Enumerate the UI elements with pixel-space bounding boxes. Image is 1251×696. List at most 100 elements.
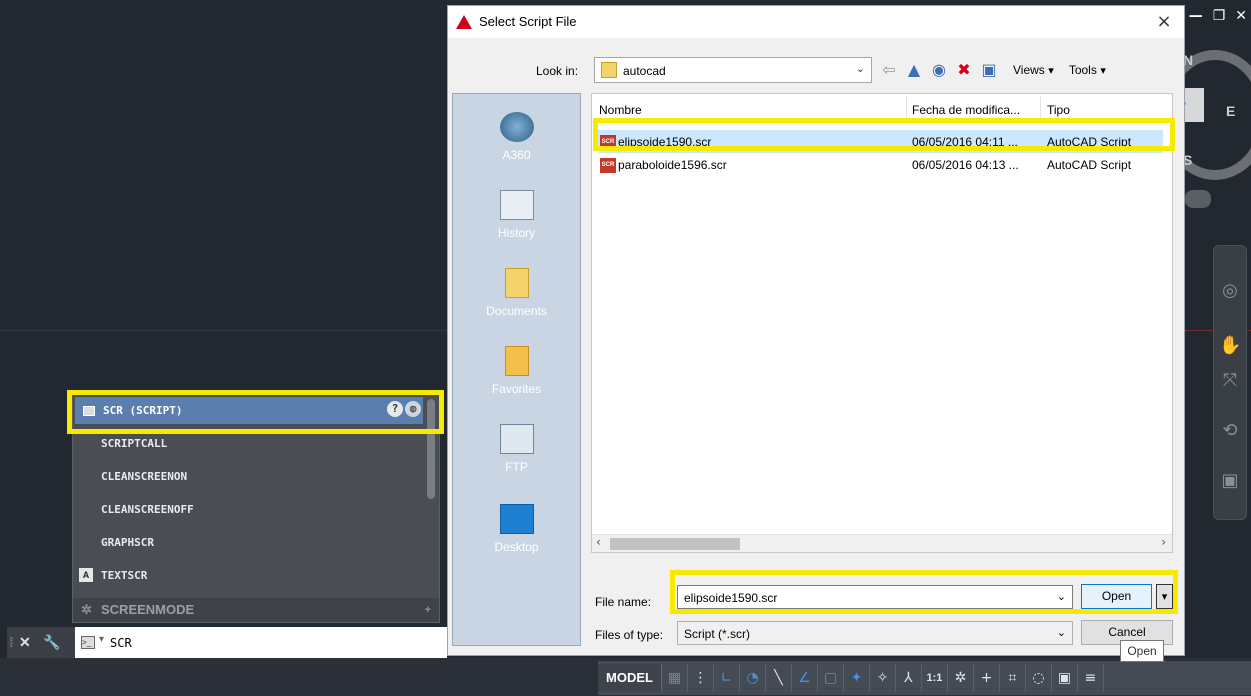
isolate-objects-icon[interactable]: ◌ — [1026, 664, 1052, 692]
model-space-button[interactable]: MODEL — [598, 664, 662, 692]
autocomplete-footer[interactable]: ✲ SCREENMODE + — [73, 598, 439, 622]
command-line: ⁞ ✕ 🔧 >_ ▾ — [7, 627, 447, 658]
column-name[interactable]: Nombre — [599, 103, 642, 117]
grip-icon[interactable]: ⁞ — [9, 627, 14, 658]
place-favorites[interactable]: Favorites — [453, 346, 580, 396]
autocomplete-item-label: CLEANSCREENON — [101, 470, 188, 483]
customization-menu-icon[interactable]: ≡ — [1078, 664, 1104, 692]
minimize-icon[interactable]: — — [1189, 8, 1203, 24]
column-divider[interactable] — [1040, 96, 1041, 120]
close-icon[interactable]: ✕ — [19, 627, 31, 658]
place-label: Desktop — [494, 540, 539, 554]
column-type[interactable]: Tipo — [1047, 103, 1070, 117]
autocomplete-item-label: CLEANSCREENOFF — [101, 503, 194, 516]
place-documents[interactable]: Documents — [453, 268, 580, 318]
a360-icon — [499, 112, 534, 142]
tooltip: Open — [1120, 640, 1164, 662]
delete-icon[interactable]: ✖ — [955, 61, 973, 79]
gear-icon: ✲ — [81, 602, 92, 617]
window-controls: — ❐ ✕ — [1189, 8, 1247, 24]
footer-label: SCREENMODE — [101, 602, 195, 617]
autocad-logo-icon — [456, 15, 472, 29]
restore-icon[interactable]: ❐ — [1213, 8, 1226, 24]
desktop-icon — [499, 504, 534, 534]
place-desktop[interactable]: Desktop — [453, 504, 580, 554]
select-script-dialog: Select Script File × Look in: autocad ⌄ … — [447, 5, 1185, 656]
look-in-dropdown[interactable]: autocad ⌄ — [594, 57, 872, 83]
wrench-icon[interactable]: 🔧 — [43, 627, 60, 658]
file-date: 06/05/2016 04:13 ... — [912, 158, 1019, 172]
autocomplete-item-label: GRAPHSCR — [101, 536, 154, 549]
snap-icon[interactable]: ⋮ — [688, 664, 714, 692]
tools-menu[interactable]: Tools — [1069, 63, 1106, 77]
highlight-box — [67, 390, 444, 434]
place-label: Documents — [486, 304, 547, 318]
new-folder-icon[interactable]: ▣ — [980, 61, 998, 79]
auto-scale-icon[interactable]: ✧ — [870, 664, 896, 692]
file-type-label: Files of type: — [595, 628, 664, 642]
history-icon — [499, 190, 534, 220]
horizontal-scrollbar[interactable]: ‹ › — [592, 534, 1172, 552]
units-icon[interactable]: ⌗ — [1000, 664, 1026, 692]
up-folder-icon[interactable]: ▲ — [905, 61, 923, 79]
scroll-right-icon[interactable]: › — [1161, 535, 1166, 549]
folder-icon — [601, 62, 617, 78]
zoom-icon[interactable]: ⤧ — [1219, 370, 1241, 392]
plus-icon[interactable]: + — [425, 598, 431, 622]
scroll-thumb[interactable] — [610, 538, 740, 550]
polar-icon[interactable]: ◔ — [740, 664, 766, 692]
grid-icon[interactable]: ▦ — [662, 664, 688, 692]
prompt-icon[interactable]: >_ — [81, 636, 95, 649]
favorites-icon — [504, 346, 529, 376]
search-web-icon[interactable]: ◉ — [930, 61, 948, 79]
highlight-box — [670, 570, 1178, 614]
steering-wheel-icon[interactable]: ◎ — [1219, 280, 1241, 302]
autocomplete-item[interactable]: CLEANSCREENOFF — [73, 493, 425, 526]
place-history[interactable]: History — [453, 190, 580, 240]
place-ftp[interactable]: FTP — [453, 424, 580, 474]
autocomplete-item-label: TEXTSCR — [101, 569, 148, 582]
showmotion-icon[interactable]: ▣ — [1219, 470, 1241, 492]
isodraft-icon[interactable]: ╲ — [766, 664, 792, 692]
scroll-left-icon[interactable]: ‹ — [596, 535, 601, 549]
command-input[interactable] — [110, 633, 430, 653]
look-in-label: Look in: — [536, 64, 579, 78]
annotation-scale-icon[interactable]: ⅄ — [896, 664, 922, 692]
file-type-value: Script (*.scr) — [684, 627, 750, 641]
places-bar: A360 History Documents Favorites FTP Des… — [452, 93, 581, 646]
place-a360[interactable]: A360 — [453, 112, 580, 162]
file-row[interactable]: SCR paraboloide1596.scr 06/05/2016 04:13… — [598, 153, 1163, 176]
chevron-down-icon: ⌄ — [855, 62, 865, 75]
views-menu[interactable]: Views — [1013, 63, 1054, 77]
workspace-gear-icon[interactable]: ✲ — [948, 664, 974, 692]
chevron-down-icon: ⌄ — [1056, 626, 1066, 639]
autocomplete-item-label: SCRIPTCALL — [101, 437, 168, 450]
object-snap-icon[interactable]: ▢ — [818, 664, 844, 692]
annotation-visibility-icon[interactable]: ✦ — [844, 664, 870, 692]
look-in-value: autocad — [623, 64, 666, 78]
back-icon[interactable]: ⇦ — [880, 61, 898, 79]
autocomplete-item[interactable]: A TEXTSCR — [73, 559, 425, 592]
close-icon[interactable]: ✕ — [1235, 8, 1247, 24]
pan-icon[interactable]: ✋ — [1219, 335, 1241, 357]
orbit-icon[interactable]: ⟲ — [1219, 420, 1241, 442]
autocomplete-item[interactable]: GRAPHSCR — [73, 526, 425, 559]
documents-icon — [504, 268, 529, 298]
dialog-toolbar: ⇦ ▲ ◉ ✖ ▣ Views Tools — [880, 58, 1106, 82]
dialog-titlebar: Select Script File × — [448, 6, 1184, 38]
column-date[interactable]: Fecha de modifica... — [912, 103, 1020, 117]
chevron-down-icon[interactable]: ▾ — [99, 634, 104, 645]
clean-screen-icon[interactable]: ▣ — [1052, 664, 1078, 692]
object-snap-tracking-icon[interactable]: ∠ — [792, 664, 818, 692]
file-name: paraboloide1596.scr — [618, 158, 727, 172]
place-label: Favorites — [491, 382, 542, 396]
column-divider[interactable] — [906, 96, 907, 120]
ortho-icon[interactable]: ∟ — [714, 664, 740, 692]
autocomplete-item[interactable]: CLEANSCREENON — [73, 460, 425, 493]
highlight-box — [593, 118, 1175, 151]
scale-label[interactable]: 1:1 — [922, 664, 948, 692]
wcs-menu[interactable] — [1185, 190, 1211, 208]
close-button[interactable]: × — [1144, 6, 1184, 38]
file-type-dropdown[interactable]: Script (*.scr) ⌄ — [677, 621, 1073, 645]
annotation-monitor-icon[interactable]: + — [974, 664, 1000, 692]
